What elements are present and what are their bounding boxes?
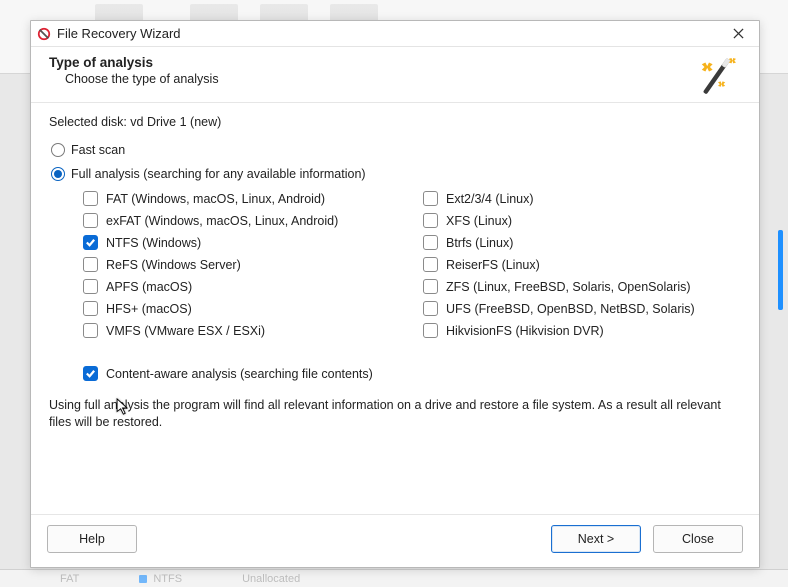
background-statusbar: FAT NTFS Unallocated: [0, 569, 788, 587]
checkbox-fs-xfs[interactable]: XFS (Linux): [423, 213, 741, 228]
checkbox-label: HikvisionFS (Hikvision DVR): [446, 324, 604, 338]
checkbox-fs-btrfs[interactable]: Btrfs (Linux): [423, 235, 741, 250]
checkbox-label: ReFS (Windows Server): [106, 258, 241, 272]
window-close-button[interactable]: [723, 24, 753, 44]
checkbox-label: ZFS (Linux, FreeBSD, Solaris, OpenSolari…: [446, 280, 691, 294]
radio-fast-scan[interactable]: Fast scan: [51, 143, 741, 157]
checkbox-icon: [83, 235, 98, 250]
checkbox-icon: [83, 257, 98, 272]
radio-full-analysis[interactable]: Full analysis (searching for any availab…: [51, 167, 741, 181]
checkbox-label: HFS+ (macOS): [106, 302, 192, 316]
wizard-footer: Help Next > Close: [31, 514, 759, 567]
checkbox-icon: [423, 191, 438, 206]
checkbox-icon: [83, 323, 98, 338]
filesystem-grid: FAT (Windows, macOS, Linux, Android) Ext2…: [83, 191, 741, 338]
checkbox-label: APFS (macOS): [106, 280, 192, 294]
checkbox-label: ReiserFS (Linux): [446, 258, 540, 272]
wizard-header: Type of analysis Choose the type of anal…: [31, 47, 759, 103]
checkbox-label: XFS (Linux): [446, 214, 512, 228]
checkbox-fs-fat[interactable]: FAT (Windows, macOS, Linux, Android): [83, 191, 423, 206]
checkbox-fs-apfs[interactable]: APFS (macOS): [83, 279, 423, 294]
checkbox-fs-refs[interactable]: ReFS (Windows Server): [83, 257, 423, 272]
page-subtitle: Choose the type of analysis: [65, 72, 741, 86]
button-label: Next >: [578, 532, 614, 546]
checkbox-icon: [423, 213, 438, 228]
wizard-dialog: File Recovery Wizard Type of analysis Ch…: [30, 20, 760, 568]
checkbox-fs-hik[interactable]: HikvisionFS (Hikvision DVR): [423, 323, 741, 338]
checkbox-icon: [423, 323, 438, 338]
checkbox-fs-ntfs[interactable]: NTFS (Windows): [83, 235, 423, 250]
selected-disk-label: Selected disk: vd Drive 1 (new): [49, 115, 741, 129]
checkbox-fs-zfs[interactable]: ZFS (Linux, FreeBSD, Solaris, OpenSolari…: [423, 279, 741, 294]
checkbox-label: VMFS (VMware ESX / ESXi): [106, 324, 265, 338]
checkbox-label: NTFS (Windows): [106, 236, 201, 250]
checkbox-icon: [83, 279, 98, 294]
checkbox-icon: [83, 366, 98, 381]
close-button[interactable]: Close: [653, 525, 743, 553]
status-unallocated: Unallocated: [242, 573, 300, 585]
radio-icon: [51, 143, 65, 157]
checkbox-icon: [423, 279, 438, 294]
checkbox-fs-exfat[interactable]: exFAT (Windows, macOS, Linux, Android): [83, 213, 423, 228]
checkbox-fs-hfs[interactable]: HFS+ (macOS): [83, 301, 423, 316]
help-button[interactable]: Help: [47, 525, 137, 553]
checkbox-icon: [423, 257, 438, 272]
next-button[interactable]: Next >: [551, 525, 641, 553]
checkbox-fs-ufs[interactable]: UFS (FreeBSD, OpenBSD, NetBSD, Solaris): [423, 301, 741, 316]
checkbox-label: Content-aware analysis (searching file c…: [106, 367, 373, 381]
radio-label: Fast scan: [71, 143, 125, 157]
window-title: File Recovery Wizard: [57, 26, 181, 41]
button-label: Close: [682, 532, 714, 546]
checkbox-fs-ext[interactable]: Ext2/3/4 (Linux): [423, 191, 741, 206]
checkbox-content-aware[interactable]: Content-aware analysis (searching file c…: [83, 366, 741, 381]
analysis-description: Using full analysis the program will fin…: [49, 397, 741, 431]
checkbox-icon: [83, 191, 98, 206]
checkbox-label: Ext2/3/4 (Linux): [446, 192, 534, 206]
titlebar: File Recovery Wizard: [31, 21, 759, 47]
checkbox-label: exFAT (Windows, macOS, Linux, Android): [106, 214, 338, 228]
checkbox-icon: [423, 301, 438, 316]
radio-icon: [51, 167, 65, 181]
checkbox-label: FAT (Windows, macOS, Linux, Android): [106, 192, 325, 206]
checkbox-icon: [83, 301, 98, 316]
status-fat: FAT: [60, 573, 79, 585]
app-icon: [37, 27, 51, 41]
background-selection-strip: [778, 230, 783, 310]
wizard-wand-icon: [691, 53, 745, 99]
checkbox-label: Btrfs (Linux): [446, 236, 513, 250]
checkbox-fs-vmfs[interactable]: VMFS (VMware ESX / ESXi): [83, 323, 423, 338]
checkbox-fs-reiser[interactable]: ReiserFS (Linux): [423, 257, 741, 272]
checkbox-icon: [83, 213, 98, 228]
status-ntfs: NTFS: [139, 573, 182, 585]
button-label: Help: [79, 532, 105, 546]
checkbox-icon: [423, 235, 438, 250]
page-title: Type of analysis: [49, 55, 741, 70]
radio-label: Full analysis (searching for any availab…: [71, 167, 366, 181]
checkbox-label: UFS (FreeBSD, OpenBSD, NetBSD, Solaris): [446, 302, 695, 316]
close-icon: [733, 28, 744, 39]
wizard-body: Selected disk: vd Drive 1 (new) Fast sca…: [31, 103, 759, 514]
